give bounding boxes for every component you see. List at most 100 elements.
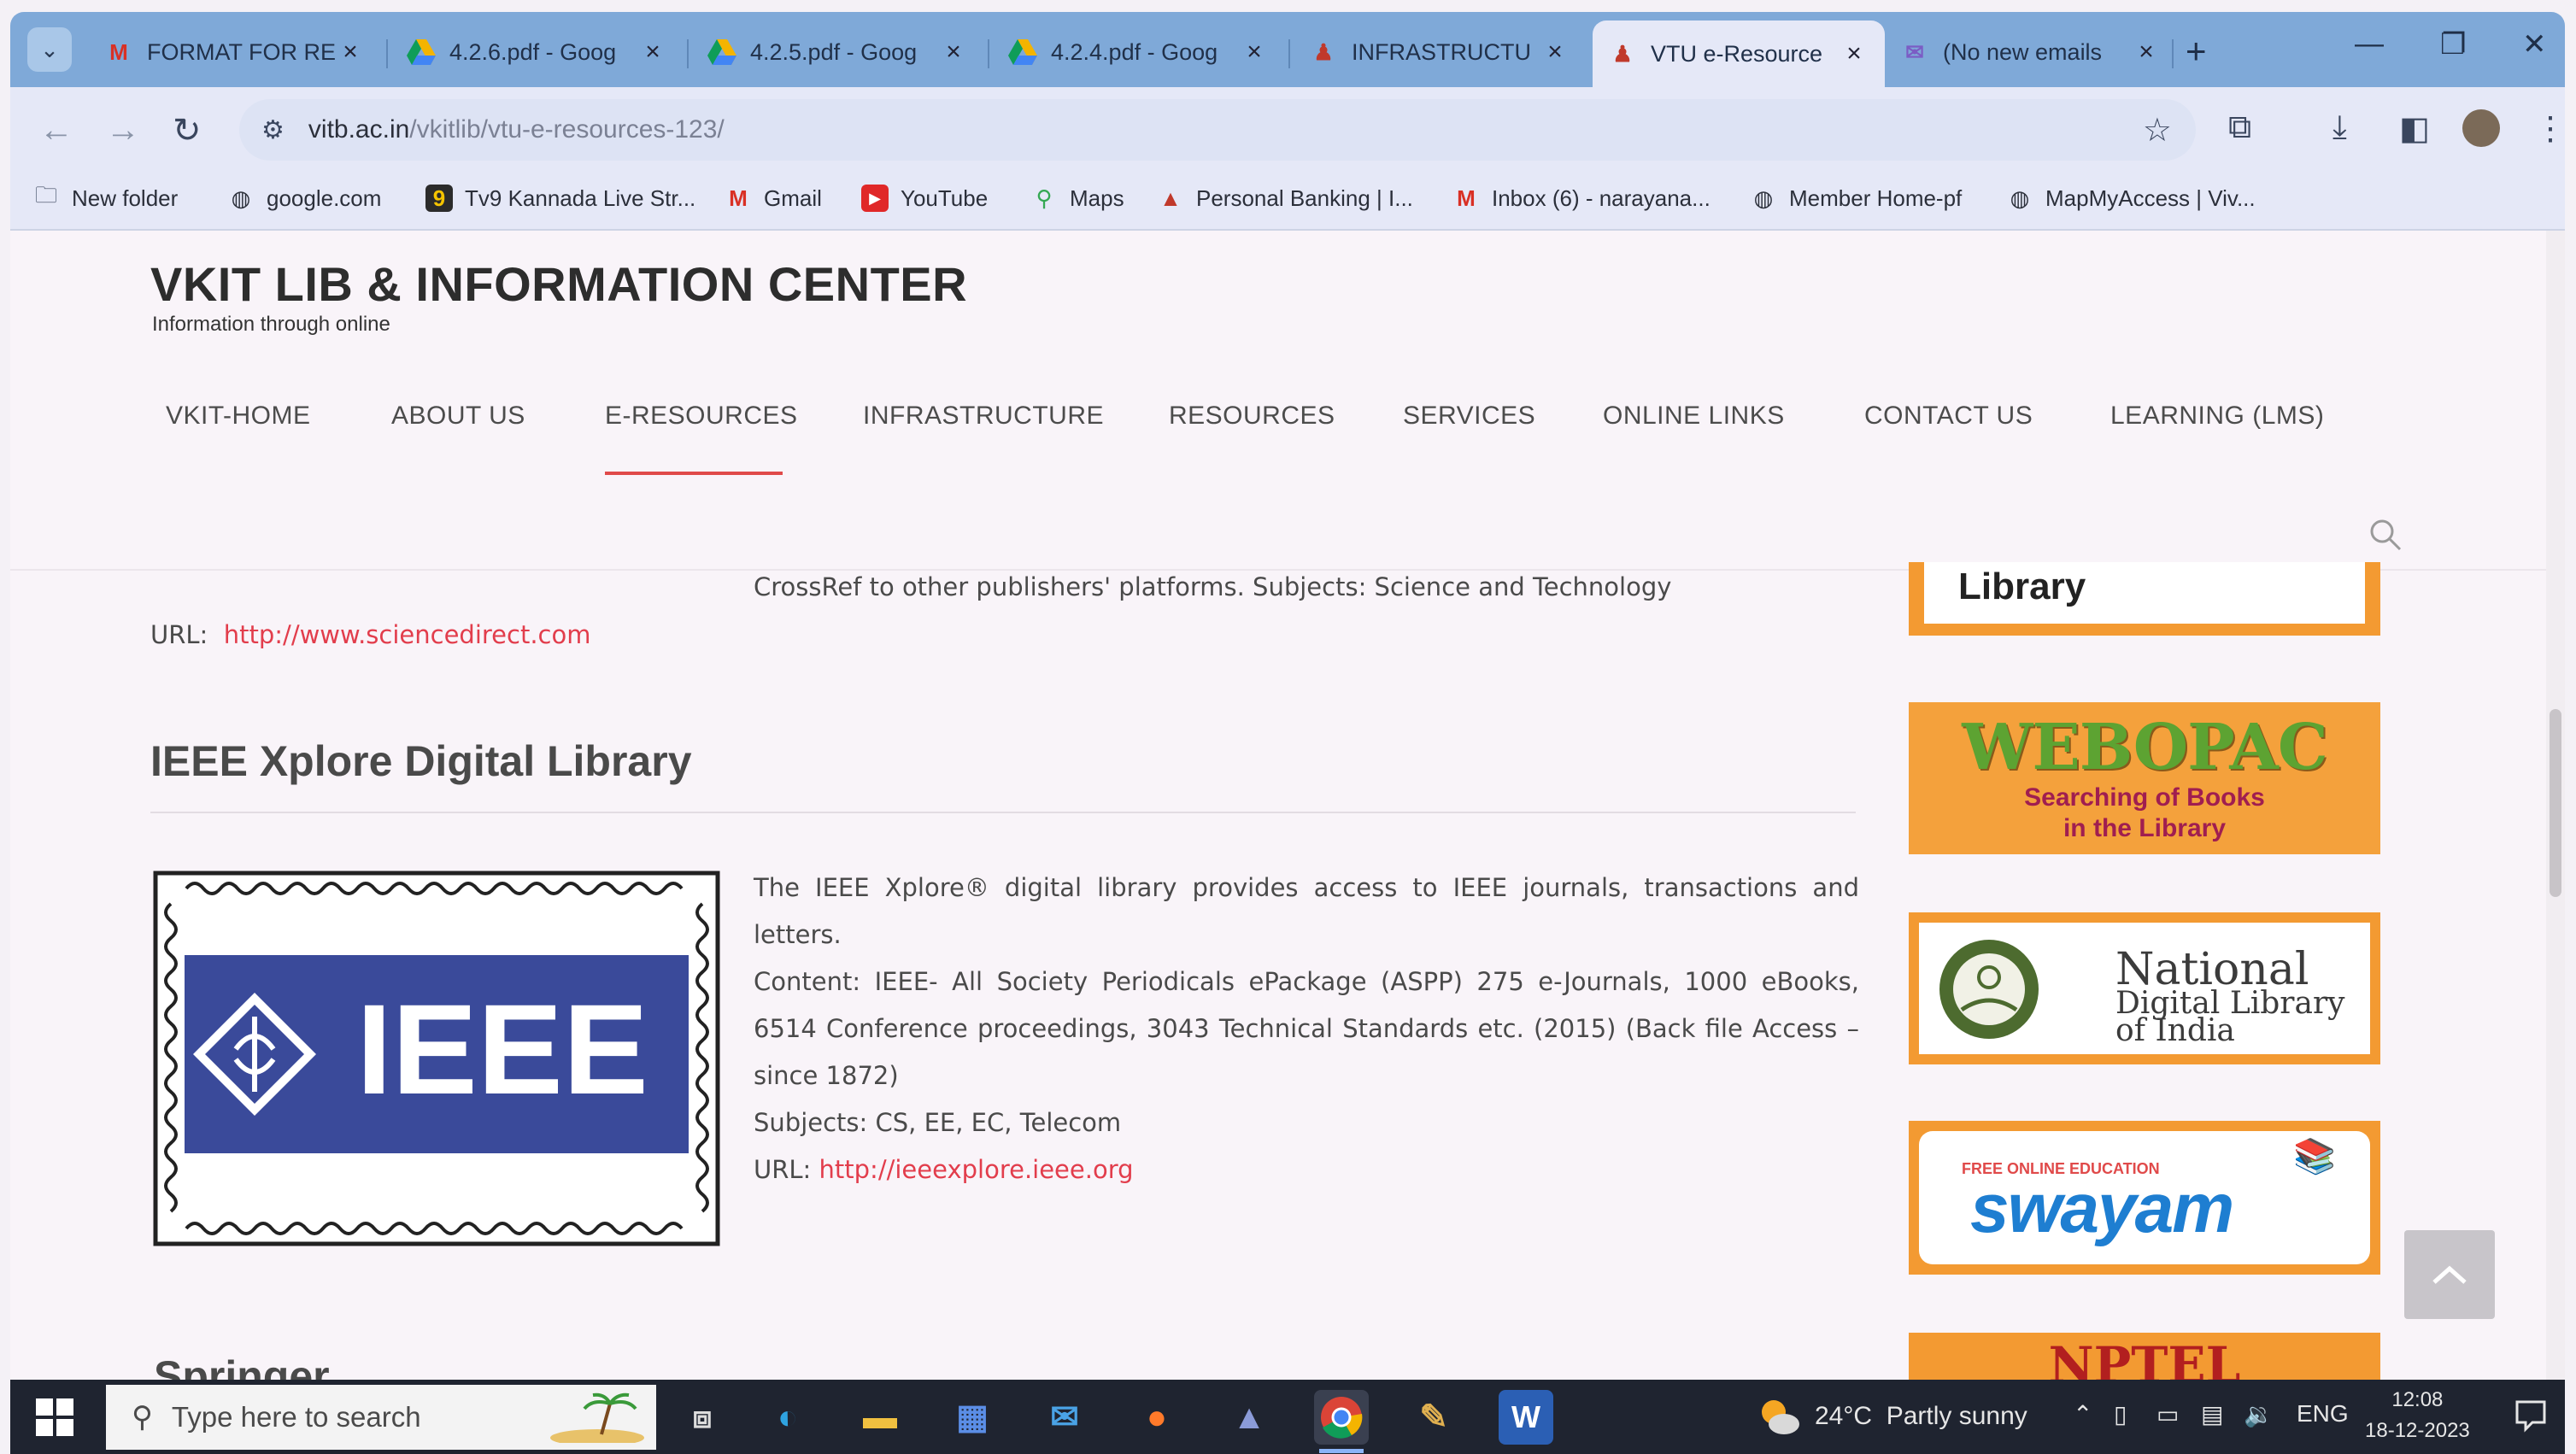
tab-title: VTU e-Resource <box>1651 40 1823 67</box>
browser-tab[interactable]: ✉ (No new emails × <box>1885 24 2177 80</box>
paint-icon[interactable]: ✎ <box>1406 1390 1461 1445</box>
side-panel-icon[interactable]: ◧ <box>2399 109 2430 148</box>
ieee-url-line: URL: http://ieeexplore.ieee.org <box>754 1146 1859 1193</box>
nav-e-resources[interactable]: E-RESOURCES <box>605 402 798 431</box>
ieee-content: Content: IEEE- All Society Periodicals e… <box>754 967 1859 1090</box>
tab-title: (No new emails <box>1943 38 2103 65</box>
back-arrow-icon[interactable]: ← <box>39 111 73 150</box>
bookmark-item[interactable]: ▲ Personal Banking | I... <box>1157 185 1413 212</box>
nav-learning-lms[interactable]: LEARNING (LMS) <box>2110 402 2324 431</box>
nav-resources[interactable]: RESOURCES <box>1169 402 1335 431</box>
display-icon[interactable]: ▭ <box>2156 1400 2179 1428</box>
google-drive-icon <box>407 38 436 67</box>
bookmark-item[interactable]: ◍ Member Home-pf <box>1750 185 1963 212</box>
partly-sunny-icon <box>1762 1400 1799 1434</box>
profile-avatar[interactable] <box>2462 109 2500 147</box>
input-language[interactable]: ENG <box>2297 1400 2349 1428</box>
bookmark-item[interactable]: 9 Tv9 Kannada Live Str... <box>425 185 695 212</box>
taskbar-search-box[interactable]: ⚲ Type here to search <box>106 1385 656 1450</box>
bookmark-item[interactable]: ▶ YouTube <box>861 185 988 212</box>
restore-icon[interactable]: ❐ <box>2440 27 2466 62</box>
bookmark-item[interactable]: M Gmail <box>725 185 822 212</box>
swayam-banner[interactable]: FREE ONLINE EDUCATION swayam 📚 <box>1909 1121 2380 1275</box>
globe-icon: ◍ <box>231 185 251 211</box>
file-explorer-icon[interactable]: ▬ <box>853 1390 907 1445</box>
mail-app-icon[interactable]: ✉ <box>1037 1390 1092 1445</box>
page-scrollbar[interactable] <box>2546 231 2565 1380</box>
forward-arrow-icon[interactable]: → <box>106 111 140 150</box>
browser-tab[interactable]: ♟ INFRASTRUCTU × <box>1294 24 1586 80</box>
firefox-icon[interactable]: ● <box>1130 1390 1184 1445</box>
nav-about-us[interactable]: ABOUT US <box>391 402 525 431</box>
ieee-link[interactable]: http://ieeexplore.ieee.org <box>819 1155 1134 1184</box>
nav-online-links[interactable]: ONLINE LINKS <box>1603 402 1785 431</box>
bookmark-item[interactable]: 🗀 New folder <box>32 182 178 212</box>
battery-icon[interactable]: ▯ <box>2114 1400 2127 1428</box>
weather-widget[interactable]: 24°C Partly sunny <box>1757 1397 2027 1436</box>
chrome-icon[interactable] <box>1314 1390 1369 1453</box>
minimize-icon[interactable]: — <box>2355 27 2384 61</box>
ieee-description: The IEEE Xplore® digital library provide… <box>754 865 1859 1193</box>
nav-contact-us[interactable]: CONTACT US <box>1864 402 2033 431</box>
scroll-to-top-button[interactable] <box>2404 1230 2495 1319</box>
library-banner[interactable]: Library <box>1909 562 2380 636</box>
site-icon: ♟ <box>1612 40 1633 67</box>
nav-services[interactable]: SERVICES <box>1403 402 1535 431</box>
tab-search-button[interactable]: ⌄ <box>27 27 72 72</box>
notification-center-icon[interactable] <box>2514 1398 2548 1433</box>
system-clock[interactable]: 12:08 18-12-2023 <box>2365 1385 2470 1446</box>
edge-icon[interactable]: ◐ <box>760 1390 815 1445</box>
window-close-icon[interactable]: ✕ <box>2522 27 2547 62</box>
bookmark-item[interactable]: ◍ google.com <box>227 185 382 212</box>
app-icon[interactable]: ▲ <box>1222 1390 1276 1445</box>
bookmark-item[interactable]: ◍ MapMyAccess | Viv... <box>2006 185 2256 212</box>
scrollbar-thumb[interactable] <box>2550 709 2561 897</box>
tab-title: 4.2.4.pdf - Goog <box>1051 38 1218 65</box>
task-view-icon[interactable]: ⧈ <box>675 1390 730 1445</box>
network-icon[interactable]: ▤ <box>2201 1400 2223 1428</box>
sciencedirect-link[interactable]: http://www.sciencedirect.com <box>224 620 591 649</box>
bookmark-item[interactable]: M Inbox (6) - narayana... <box>1452 185 1710 212</box>
ieee-logo-text: IEEE <box>356 977 648 1121</box>
windows-taskbar: ⚲ Type here to search ⧈ ◐ ▬ ▦ ✉ ● ▲ ✎ W … <box>10 1380 2565 1454</box>
browser-tab-active[interactable]: ♟ VTU e-Resource × <box>1593 21 1885 87</box>
site-settings-icon[interactable]: ⚙ <box>261 115 285 145</box>
close-icon[interactable]: × <box>1239 38 1270 67</box>
close-icon[interactable]: × <box>938 38 969 67</box>
close-icon[interactable]: × <box>637 38 668 67</box>
close-icon[interactable]: × <box>1540 38 1570 67</box>
volume-icon[interactable]: 🔉 <box>2244 1400 2274 1428</box>
kebab-menu-icon[interactable]: ⋮ <box>2534 109 2567 148</box>
close-icon[interactable]: × <box>1839 39 1869 68</box>
nav-vkit-home[interactable]: VKIT-HOME <box>166 402 311 431</box>
windows-start-icon[interactable] <box>36 1398 73 1436</box>
store-icon[interactable]: ▦ <box>945 1390 1000 1445</box>
url-host: vitb.ac.in <box>308 115 410 144</box>
tv9-icon: 9 <box>425 185 453 212</box>
nptel-banner[interactable]: NPTEL <box>1909 1333 2380 1380</box>
browser-tab[interactable]: 4.2.5.pdf - Goog × <box>692 24 984 80</box>
word-icon[interactable]: W <box>1499 1390 1553 1445</box>
browser-tab[interactable]: 4.2.4.pdf - Goog × <box>993 24 1285 80</box>
reload-icon[interactable]: ↻ <box>173 111 202 150</box>
browser-tab[interactable]: 4.2.6.pdf - Goog × <box>391 24 684 80</box>
webopac-banner[interactable]: WEBOPAC Searching of Books in the Librar… <box>1909 702 2380 854</box>
chevron-up-icon <box>2432 1265 2467 1284</box>
nav-infrastructure[interactable]: INFRASTRUCTURE <box>863 402 1104 431</box>
bookmark-item[interactable]: ⚲ Maps <box>1030 185 1124 212</box>
gmail-icon: M <box>1457 185 1476 211</box>
search-icon[interactable] <box>2368 518 2403 552</box>
extensions-icon[interactable]: ⧉ <box>2228 109 2251 146</box>
swayam-banner-panel: FREE ONLINE EDUCATION swayam 📚 <box>1919 1131 2370 1264</box>
ndl-banner[interactable]: National Digital Library of India <box>1909 912 2380 1064</box>
bookmark-star-icon[interactable]: ☆ <box>2143 111 2172 150</box>
close-icon[interactable]: × <box>2131 38 2162 67</box>
ndl-title-line1: National <box>2115 944 2309 995</box>
site-title[interactable]: VKIT LIB & INFORMATION CENTER <box>150 256 967 312</box>
browser-tab[interactable]: M FORMAT FOR RE × <box>89 24 381 80</box>
download-icon[interactable]: ⤓ <box>2332 109 2347 146</box>
new-tab-button[interactable]: + <box>2186 31 2207 72</box>
address-bar[interactable]: ⚙ vitb.ac.in/vkitlib/vtu-e-resources-123… <box>239 99 2196 161</box>
close-icon[interactable]: × <box>335 38 366 67</box>
chevron-up-icon[interactable]: ⌃ <box>2073 1400 2092 1428</box>
